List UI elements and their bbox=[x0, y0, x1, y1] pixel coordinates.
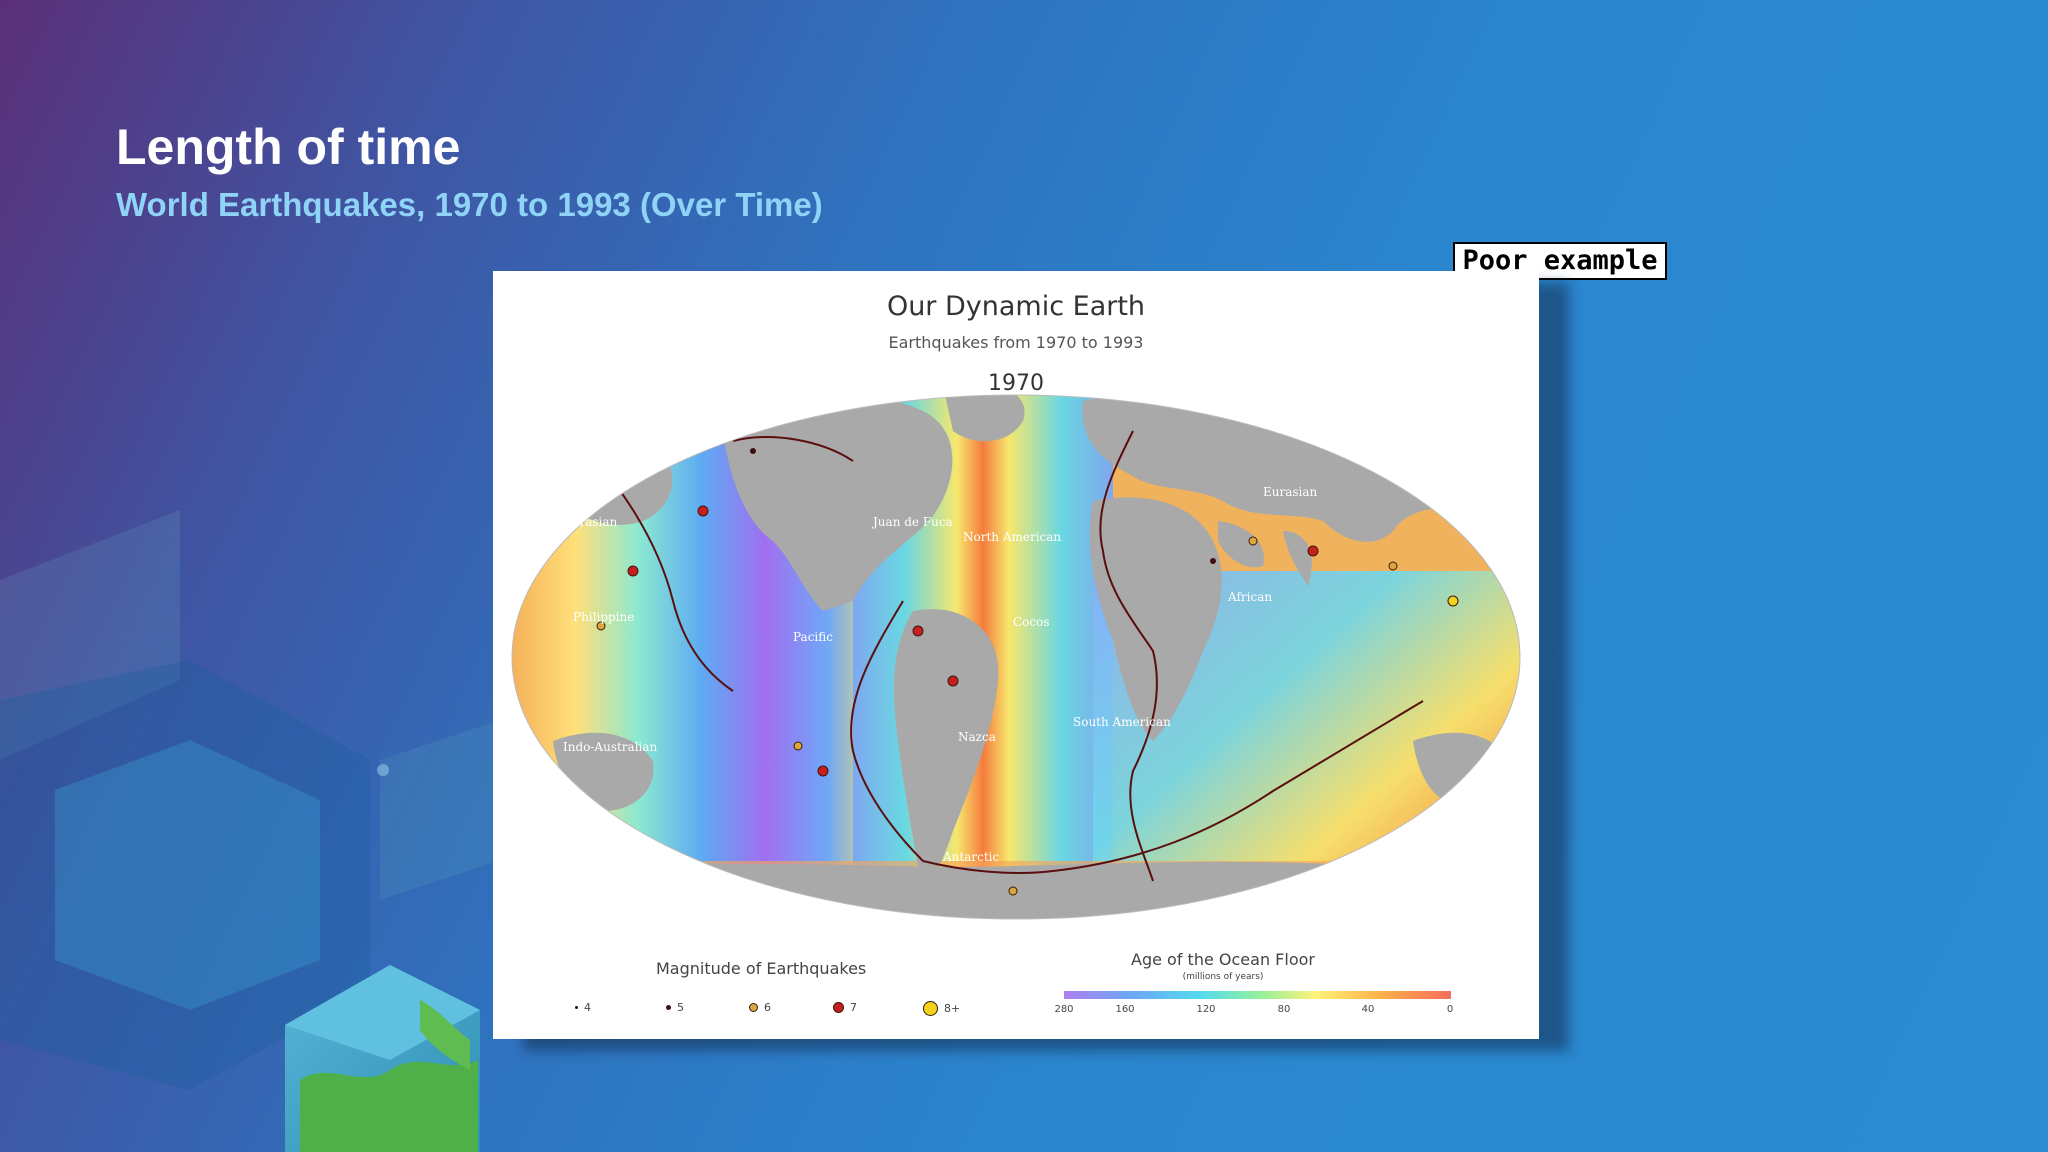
age-tick-label: 280 bbox=[1054, 1004, 1074, 1015]
magnitude-dot-icon bbox=[749, 1003, 758, 1012]
slide-title: Length of time bbox=[116, 119, 461, 175]
age-tick-label: 40 bbox=[1361, 1004, 1375, 1015]
plate-label: Juan de Fuca bbox=[871, 515, 953, 529]
magnitude-legend-item: 4 bbox=[575, 1001, 591, 1014]
age-tick-label: 0 bbox=[1446, 1004, 1454, 1015]
plate-label: Pacific bbox=[793, 630, 833, 644]
ocean-age-legend-unit: (millions of years) bbox=[1182, 972, 1264, 982]
age-tick-label: 80 bbox=[1277, 1004, 1291, 1015]
map-subtitle: Earthquakes from 1970 to 1993 bbox=[888, 333, 1144, 352]
magnitude-dot-icon bbox=[833, 1002, 844, 1013]
ocean-age-legend-title: Age of the Ocean Floor bbox=[1131, 950, 1315, 969]
magnitude-legend-item: 7 bbox=[833, 1001, 857, 1014]
age-tick-label: 160 bbox=[1115, 1004, 1135, 1015]
magnitude-dot-icon bbox=[575, 1006, 578, 1009]
plate-label: Antarctic bbox=[942, 850, 999, 864]
ocean-age-color-bar bbox=[1064, 991, 1451, 999]
plate-label: Philippine bbox=[573, 610, 634, 624]
age-tick-label: 120 bbox=[1196, 1004, 1216, 1015]
map-year: 1970 bbox=[988, 371, 1044, 396]
plate-label: Eurasian bbox=[563, 515, 618, 529]
plate-label: Eurasian bbox=[1263, 485, 1318, 499]
plate-label: African bbox=[1227, 590, 1272, 604]
plate-label: South American bbox=[1073, 715, 1171, 729]
magnitude-legend-item: 8+ bbox=[923, 1001, 960, 1016]
map-title: Our Dynamic Earth bbox=[886, 291, 1146, 322]
plate-label: Cocos bbox=[1013, 615, 1050, 629]
magnitude-dot-icon bbox=[923, 1001, 938, 1016]
magnitude-dot-icon bbox=[666, 1005, 671, 1010]
slide-subtitle: World Earthquakes, 1970 to 1993 (Over Ti… bbox=[116, 186, 823, 223]
magnitude-legend-title: Magnitude of Earthquakes bbox=[656, 959, 867, 978]
plate-label: Nazca bbox=[958, 730, 996, 744]
plate-label: Indo-Australian bbox=[563, 740, 658, 754]
plate-label: North American bbox=[963, 530, 1061, 544]
magnitude-legend-item: 6 bbox=[749, 1001, 771, 1014]
magnitude-legend-item: 5 bbox=[666, 1001, 684, 1014]
earthquake-map-figure: Eurasian Juan de Fuca North American Eur… bbox=[493, 271, 1539, 1039]
